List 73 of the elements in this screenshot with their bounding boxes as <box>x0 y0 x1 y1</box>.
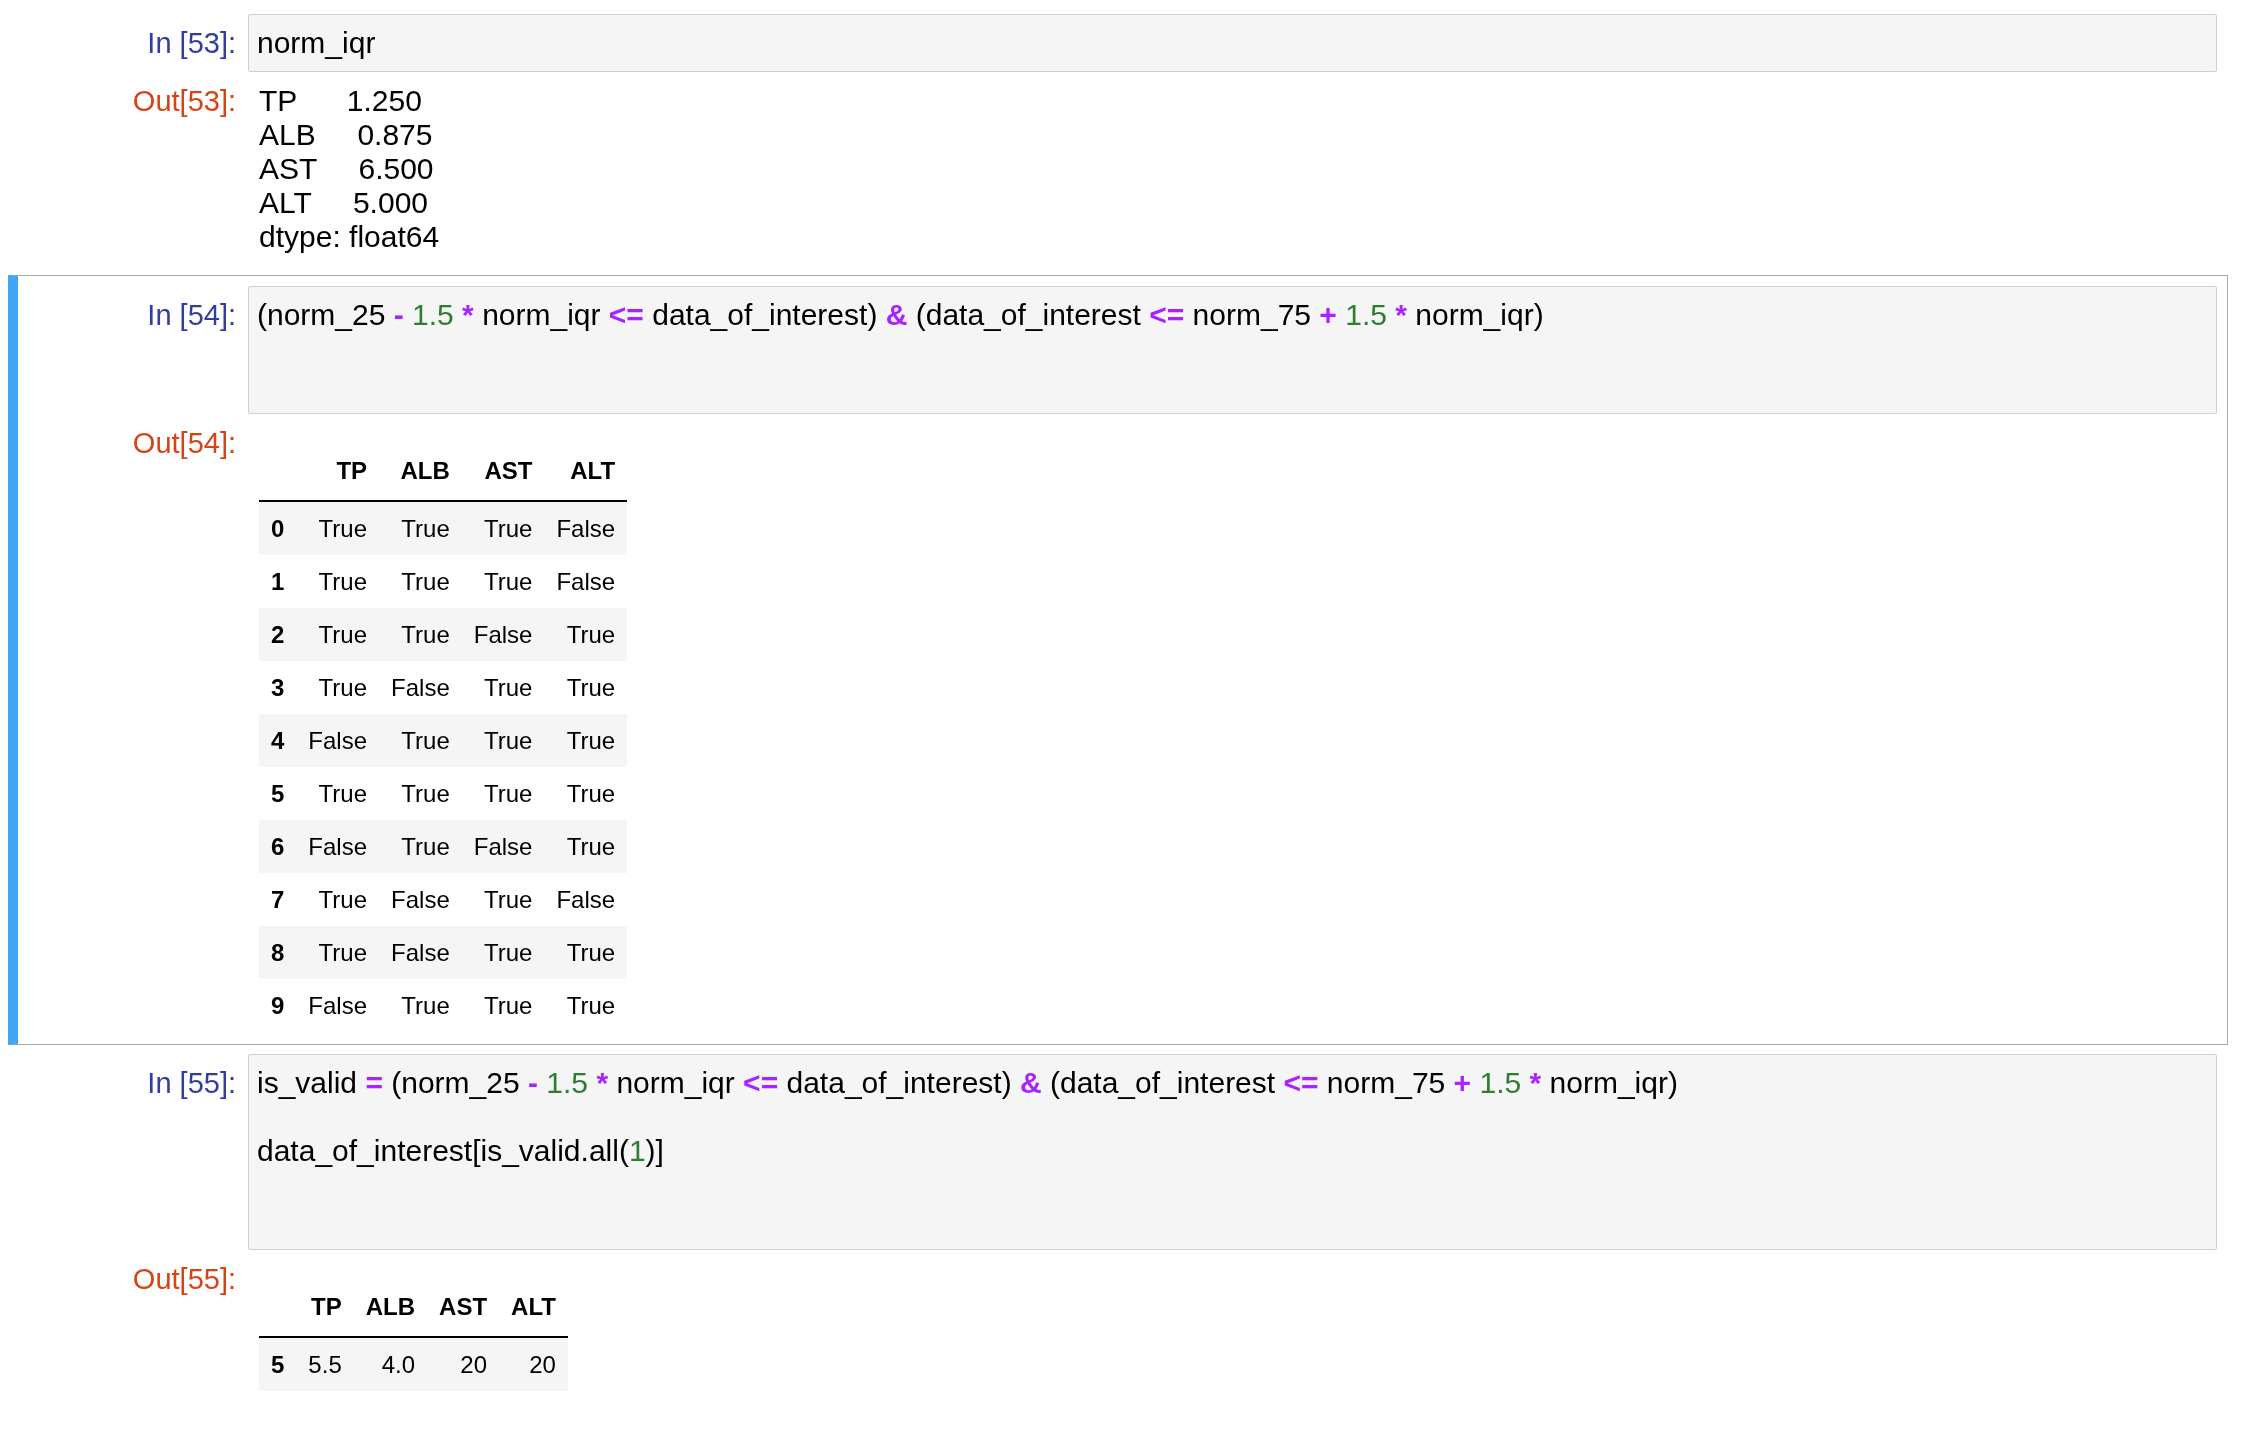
table-cell: True <box>296 501 380 555</box>
table-cell: True <box>379 714 462 767</box>
table-cell: True <box>296 608 380 661</box>
code-line: norm_iqr <box>257 26 376 60</box>
table-cell: False <box>544 873 628 926</box>
table-cell: False <box>379 661 462 714</box>
row-index: 3 <box>259 661 297 714</box>
row-index: 0 <box>259 501 297 555</box>
table-cell: False <box>379 926 462 979</box>
output-line: ALB 0.875 <box>259 118 433 152</box>
output-prompt: Out[53]: <box>131 84 237 118</box>
table-cell: True <box>461 661 545 714</box>
table-cell: True <box>544 820 628 873</box>
table-cell: True <box>379 979 462 1032</box>
input-prompt: In [54]: <box>146 298 237 332</box>
table-cell: 5.5 <box>296 1337 354 1391</box>
table-cell: False <box>544 555 628 608</box>
table-cell: False <box>296 714 380 767</box>
table-cell: True <box>544 714 628 767</box>
table-cell: True <box>461 979 545 1032</box>
table-cell: 20 <box>499 1337 568 1391</box>
table-cell: True <box>461 501 545 555</box>
code-editor[interactable]: is_valid = (norm_25 - 1.5 * norm_iqr <= data_of_interest) & (data_of_interest <= norm_75 + 1.5 * norm_iqr) data_of_interest[is_valid.all(1)] <box>248 1054 2217 1250</box>
table-cell: True <box>296 767 380 820</box>
table-cell: True <box>296 661 380 714</box>
row-index: 9 <box>259 979 297 1032</box>
table-cell: True <box>461 873 545 926</box>
table-cell: True <box>461 714 545 767</box>
row-index: 8 <box>259 926 297 979</box>
code-line: data_of_interest[is_valid.all(1)] <box>257 1134 664 1168</box>
table-cell: False <box>296 820 380 873</box>
output-line: AST 6.500 <box>259 152 434 186</box>
code-editor[interactable]: norm_iqr <box>248 14 2217 72</box>
table-cell: True <box>461 555 545 608</box>
table-cell: True <box>461 767 545 820</box>
row-index: 5 <box>259 767 297 820</box>
row-index: 6 <box>259 820 297 873</box>
table-cell: True <box>379 501 462 555</box>
output-prompt: Out[55]: <box>131 1262 237 1296</box>
row-index: 7 <box>259 873 297 926</box>
output-line: ALT 5.000 <box>259 186 428 220</box>
row-index: 1 <box>259 555 297 608</box>
table-cell: True <box>296 555 380 608</box>
output-prompt: Out[54]: <box>131 426 237 460</box>
table-cell: True <box>544 767 628 820</box>
row-index: 2 <box>259 608 297 661</box>
code-editor[interactable]: (norm_25 - 1.5 * norm_iqr <= data_of_interest) & (data_of_interest <= norm_75 + 1.5 * norm_iqr) <box>248 286 2217 414</box>
code-line: is_valid = (norm_25 - 1.5 * norm_iqr <= data_of_interest) & (data_of_interest <= norm_75 + 1.5 * norm_iqr) <box>257 1066 1678 1100</box>
table-cell: True <box>544 608 628 661</box>
code-line: (norm_25 - 1.5 * norm_iqr <= data_of_interest) & (data_of_interest <= norm_75 + 1.5 * norm_iqr) <box>257 298 1544 332</box>
table-cell: True <box>544 926 628 979</box>
input-prompt: In [55]: <box>146 1066 237 1100</box>
table-cell: True <box>379 555 462 608</box>
table-cell: True <box>296 926 380 979</box>
output-line: TP 1.250 <box>259 84 422 118</box>
table-cell: True <box>544 661 628 714</box>
input-prompt: In [53]: <box>146 26 237 60</box>
table-cell: True <box>544 979 628 1032</box>
table-cell: False <box>461 608 545 661</box>
table-cell: 4.0 <box>353 1337 428 1391</box>
row-index: 5 <box>259 1337 297 1391</box>
table-cell: False <box>296 979 380 1032</box>
table-cell: False <box>461 820 545 873</box>
table-cell: True <box>379 608 462 661</box>
table-cell: True <box>379 820 462 873</box>
table-cell: True <box>296 873 380 926</box>
row-index: 4 <box>259 714 297 767</box>
table-cell: True <box>461 926 545 979</box>
table-cell: True <box>379 767 462 820</box>
table-cell: False <box>544 501 628 555</box>
table-cell: 20 <box>427 1337 500 1391</box>
output-line: dtype: float64 <box>259 220 440 254</box>
table-cell: False <box>379 873 462 926</box>
